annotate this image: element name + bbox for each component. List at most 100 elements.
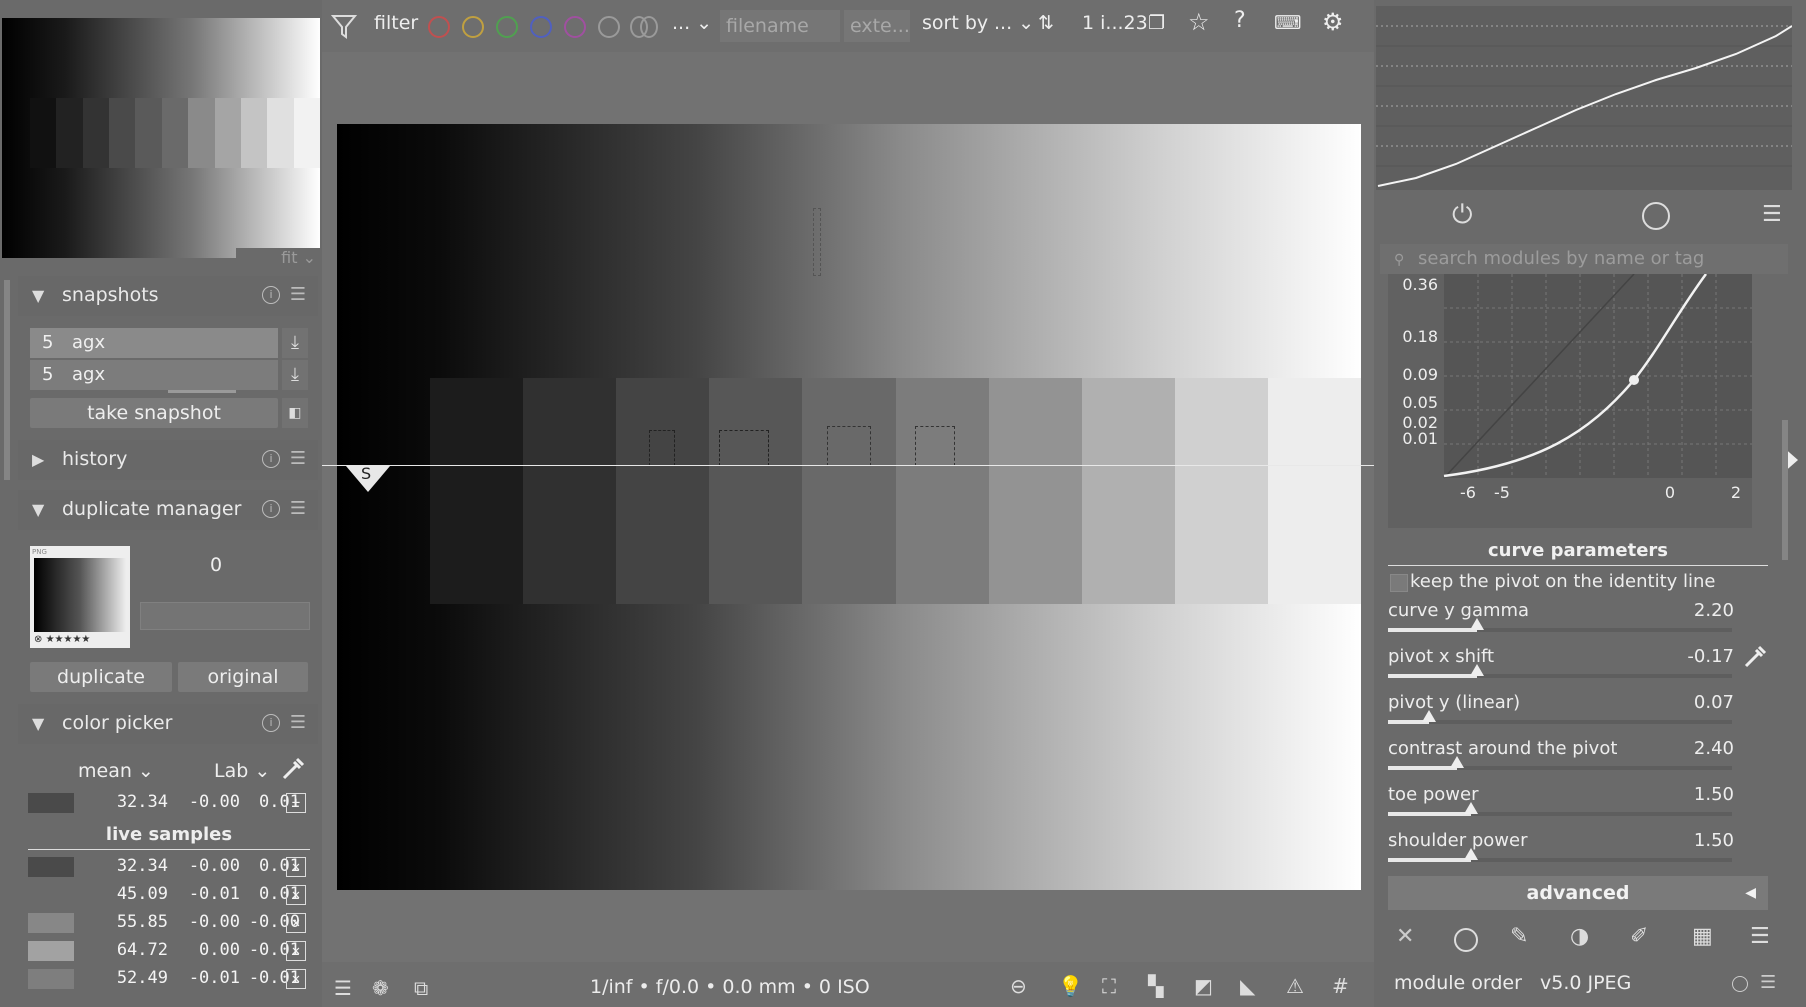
restore-arrow-icon[interactable]: ⤓	[282, 360, 308, 390]
remove-sample-icon[interactable]: ✕	[286, 941, 306, 961]
keep-pivot-checkbox[interactable]	[1390, 574, 1408, 592]
param-slider[interactable]	[1388, 848, 1732, 862]
picker-sample-box[interactable]	[827, 426, 871, 466]
snapshot-split-line[interactable]	[322, 465, 1374, 466]
filter-funnel-icon[interactable]	[330, 12, 358, 40]
yellow-label-icon[interactable]	[462, 16, 484, 38]
grouping-icon[interactable]: ❐	[1148, 12, 1165, 34]
live-sample-row[interactable]: 64.72 0.00 -0.01 ✕	[28, 938, 310, 964]
param-slider[interactable]	[1388, 710, 1732, 724]
info-icon[interactable]: i	[262, 450, 280, 468]
remove-sample-icon[interactable]: ✕	[286, 885, 306, 905]
picker-sample-box[interactable]	[649, 430, 675, 466]
restore-arrow-icon[interactable]: ⤓	[282, 328, 308, 358]
snapshot-item[interactable]: 5 agx	[30, 360, 278, 393]
display-profile-icon[interactable]: ⛶	[1102, 974, 1116, 998]
sample-swatch[interactable]	[28, 941, 74, 961]
param-slider-marker[interactable]	[1470, 618, 1485, 630]
remove-sample-icon[interactable]: ✕	[286, 969, 306, 989]
param-slider-marker[interactable]	[1449, 756, 1464, 768]
sort-dropdown[interactable]: ... ⌄	[994, 12, 1034, 34]
live-sample-row[interactable]: 55.85 -0.00 -0.00 ✕	[28, 910, 310, 936]
tone-curve-graph[interactable]: 0.360.180.090.050.020.01 -6 -5 0 2	[1388, 274, 1752, 528]
advanced-section-header[interactable]: advanced ◀	[1388, 876, 1768, 910]
stat-mode-dropdown[interactable]: mean ⌄	[78, 760, 154, 782]
hamburger-menu-icon[interactable]: ☰	[290, 448, 306, 469]
hamburger-menu-icon[interactable]: ☰	[290, 498, 306, 519]
add-sample-icon[interactable]: +	[286, 793, 306, 813]
zoom-dropdown[interactable]: fit ⌄	[236, 248, 322, 267]
param-value[interactable]: 1.50	[1694, 784, 1734, 805]
help-icon[interactable]: ?	[1234, 8, 1246, 33]
hamburger-menu-icon[interactable]: ☰	[290, 284, 306, 305]
raster-mask-icon[interactable]: ▦	[1692, 924, 1713, 949]
presets-menu-icon[interactable]: ☰	[334, 976, 352, 1000]
picker-sample-box[interactable]	[719, 430, 769, 466]
label-operator-icon-2[interactable]	[640, 16, 658, 38]
param-slider[interactable]	[1388, 618, 1732, 632]
filename-filter-input[interactable]: filename	[720, 10, 840, 42]
duplicate-manager-header[interactable]: ▼ duplicate manager i ☰	[18, 490, 318, 530]
star-icon[interactable]: ☆	[1188, 8, 1210, 36]
sample-swatch[interactable]	[28, 913, 74, 933]
param-value[interactable]: 2.20	[1694, 600, 1734, 621]
param-slider[interactable]	[1388, 756, 1732, 770]
raw-overexposed-icon[interactable]: ▚	[1148, 974, 1163, 998]
module-order-value[interactable]: v5.0 JPEG	[1540, 972, 1631, 994]
navigation-preview[interactable]	[2, 18, 320, 258]
green-label-icon[interactable]	[496, 16, 518, 38]
picker-main-swatch[interactable]	[28, 793, 74, 813]
module-search-input[interactable]: ⚲ search modules by name or tag	[1380, 244, 1788, 274]
styles-icon[interactable]: ❁	[372, 976, 389, 1000]
history-header[interactable]: ▶ history i ☰	[18, 440, 318, 480]
info-icon[interactable]: i	[262, 286, 280, 304]
gamut-warning-icon[interactable]: ⚠	[1286, 974, 1304, 998]
right-panel-scrollbar[interactable]	[1782, 420, 1788, 560]
take-snapshot-button[interactable]: take snapshot	[30, 398, 278, 428]
remove-sample-icon[interactable]: ✕	[286, 857, 306, 877]
gear-icon[interactable]: ⚙	[1322, 8, 1344, 36]
color-picker-header[interactable]: ▼ color picker i ☰	[18, 704, 318, 744]
color-space-dropdown[interactable]: Lab ⌄	[214, 760, 270, 782]
left-panel-scrollbar[interactable]	[4, 280, 10, 480]
original-button[interactable]: original	[178, 662, 308, 692]
uniform-mask-icon[interactable]	[1454, 928, 1478, 952]
param-slider[interactable]	[1388, 802, 1732, 816]
info-icon[interactable]: i	[262, 714, 280, 732]
param-value[interactable]: 0.07	[1694, 692, 1734, 713]
power-icon[interactable]: ⏻	[1452, 200, 1473, 231]
image-canvas[interactable]	[337, 124, 1361, 890]
hamburger-menu-icon[interactable]: ☰	[1760, 972, 1776, 993]
info-icon[interactable]	[1732, 976, 1748, 992]
drawn-parametric-mask-icon[interactable]: ✐	[1630, 924, 1648, 949]
pivot-eyedropper-icon[interactable]	[1742, 644, 1768, 670]
softproof-icon[interactable]: ◣	[1240, 974, 1255, 998]
clipping-icon[interactable]: ◩	[1194, 974, 1213, 998]
keyboard-icon[interactable]: ⌨	[1274, 12, 1301, 34]
focus-peaking-icon[interactable]: ⊖	[1010, 974, 1027, 998]
sample-swatch[interactable]	[28, 857, 74, 877]
blue-label-icon[interactable]	[530, 16, 552, 38]
close-icon[interactable]: ✕	[1396, 924, 1414, 949]
param-slider-marker[interactable]	[1463, 802, 1478, 814]
second-window-icon[interactable]: ⧉	[414, 976, 428, 1000]
module-menu-icon[interactable]: ☰	[1762, 202, 1782, 227]
snapshots-header[interactable]: ▼ snapshots i ☰	[18, 276, 318, 316]
param-slider-marker[interactable]	[1422, 710, 1437, 722]
hamburger-menu-icon[interactable]: ☰	[290, 712, 306, 733]
guides-grid-icon[interactable]: #	[1332, 974, 1349, 998]
rating-dropdown[interactable]: ... ⌄	[672, 12, 712, 34]
eyedropper-icon[interactable]	[280, 756, 306, 782]
param-slider-marker[interactable]	[1470, 664, 1485, 676]
histogram[interactable]	[1376, 6, 1792, 190]
sort-order-icon[interactable]: ⇅	[1038, 12, 1054, 34]
param-value[interactable]: 1.50	[1694, 830, 1734, 851]
picker-area-box[interactable]	[813, 208, 821, 276]
snapshot-item[interactable]: 5 agx	[30, 328, 278, 358]
purple-label-icon[interactable]	[564, 16, 586, 38]
blend-menu-icon[interactable]: ☰	[1750, 924, 1770, 949]
gray-label-icon[interactable]	[598, 16, 620, 38]
live-sample-row[interactable]: 45.09 -0.01 0.01 ✕	[28, 882, 310, 908]
param-value[interactable]: 2.40	[1694, 738, 1734, 759]
picker-sample-box[interactable]	[915, 426, 955, 466]
